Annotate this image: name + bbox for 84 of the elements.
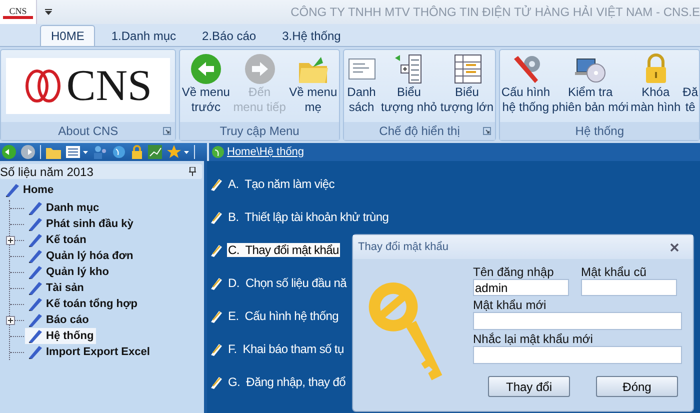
menu-item[interactable]: D. Chọn số liệu đầu nă [227,276,348,290]
menu-item[interactable]: E. Cấu hình hệ thống [227,309,340,323]
expand-icon[interactable] [6,316,15,325]
breadcrumb-link[interactable]: Home\Hệ thống [227,146,304,158]
panel-title: Số liệu năm 2013 [0,164,94,178]
text-field[interactable] [581,279,677,296]
ribbon-button[interactable]: Khóa màn hình [630,53,682,115]
dialog-launcher-icon[interactable] [483,127,492,135]
grid-caret-icon[interactable] [66,146,88,158]
field-label: Tên đăng nhập [473,265,555,279]
field-label: Nhắc lại mật khẩu mới [473,332,594,346]
tree-item[interactable]: Quản lý kho [25,264,111,280]
pen-icon [4,183,20,197]
dialog-button[interactable]: Thay đổi [488,376,570,397]
group-label: Chế độ hiển thị [379,124,460,138]
dialog-launcher-icon[interactable] [163,127,172,135]
text-field[interactable] [473,346,682,364]
text-field[interactable]: admin [473,279,569,296]
globe-icon[interactable] [112,145,126,159]
text-field[interactable] [473,312,682,330]
pen-icon [210,310,223,322]
pen-icon [210,376,223,388]
group-label: About CNS [58,124,118,138]
field-label: Mật khẩu cũ [581,265,648,279]
pen-icon [210,210,223,224]
dialog-button[interactable]: Đóng [596,376,678,397]
people-icon[interactable] [93,145,107,159]
ribbon-button[interactable]: Kiểm tra phiên bản mới [551,53,630,115]
pen-icon [27,329,43,343]
star-caret-icon[interactable] [167,145,189,159]
expand-icon[interactable] [6,236,15,245]
tree-item[interactable]: Import Export Excel [25,344,152,360]
menu-item[interactable]: G. Đăng nhập, thay đổ [227,375,346,389]
pen-icon [27,249,43,263]
menu-item[interactable]: A. Tạo năm làm việc [227,177,336,191]
ribbon-tab[interactable]: H0ME [40,25,96,46]
tree-item[interactable]: Báo cáo [25,312,91,328]
ribbon-button[interactable]: Biểu tượng lớn [439,53,495,115]
pen-icon [210,178,223,190]
padlock-icon[interactable] [131,145,143,159]
menu-item[interactable]: F. Khai báo tham số tụ [227,342,345,356]
tree-item[interactable]: Quản lý hóa đơn [25,248,136,264]
pen-icon [27,297,43,311]
tree-item[interactable]: Home [2,182,56,198]
folder-icon[interactable] [46,146,61,158]
tree-item[interactable]: Hệ thống [25,328,96,344]
menu-item[interactable]: C. Thay đổi mật khẩu [227,243,340,257]
tree-item[interactable]: Kế toán [25,232,88,248]
pen-icon [210,276,223,290]
ribbon-button[interactable]: Biểu tượng nhỏ [380,53,438,115]
group-label: Hệ thống [575,124,624,138]
ribbon-tab[interactable]: 3.Hệ thống [272,26,351,46]
window-title: CÔNG TY TNHH MTV THÔNG TIN ĐIỆN TỬ HÀNG HẢI VIỆT NAM - CNS.E [290,5,700,19]
quick-access-caret-icon[interactable] [45,9,52,15]
pen-icon [27,313,43,327]
ribbon-button[interactable]: Cấu hình hệ thống [500,53,552,115]
pin-icon[interactable] [189,167,196,176]
pen-icon [27,233,43,247]
tree-item[interactable]: Danh mục [25,200,102,216]
field-label: Mật khẩu mới [473,298,548,312]
app-logo[interactable]: CNS [0,0,37,24]
tree-item[interactable]: Kế toán tổng hợp [25,296,140,312]
pen-icon [210,342,223,356]
pen-icon [27,217,43,231]
ribbon-button[interactable]: Danh sách [344,53,379,115]
menu-item[interactable]: B. Thiết lập tài khoản khử trùng [227,210,390,224]
ribbon-tab[interactable]: 1.Danh mục [101,26,186,46]
chart-icon[interactable] [148,145,162,159]
pen-icon [27,281,43,295]
pen-icon [27,265,43,279]
tree-item[interactable]: Phát sinh đầu kỳ [25,216,136,232]
pen-icon [210,244,223,256]
company-logo: CNS [6,58,170,114]
pen-icon [27,345,43,359]
ribbon-button[interactable]: Đă tê [682,53,699,115]
globe-icon [212,146,224,158]
ribbon-button[interactable]: Về menu trước [180,53,231,115]
group-label: Truy cập Menu [220,124,300,138]
tree-item[interactable]: Tài sản [25,280,86,296]
ribbon-tab[interactable]: 2.Báo cáo [192,26,266,46]
pen-icon [27,201,43,215]
ribbon-button[interactable]: Về menu mẹ [288,53,338,115]
close-icon[interactable] [670,242,679,252]
dialog-title: Thay đổi mật khẩu [358,241,448,253]
